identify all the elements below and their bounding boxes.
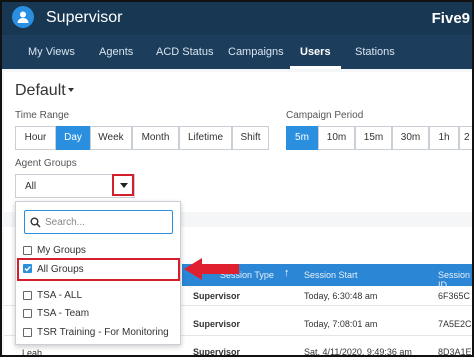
time-range-hour[interactable]: Hour [15,126,56,150]
campaign-period-2h[interactable]: 2 [459,126,472,150]
agent-groups-value: All [25,181,37,192]
option-my-groups[interactable]: My Groups [37,245,86,256]
campaign-period-10m[interactable]: 10m [318,126,355,150]
checkbox[interactable] [23,291,32,300]
option-tsa-team[interactable]: TSA - Team [37,308,89,319]
table-cell-session-id: 7A5E2C [438,319,472,329]
sort-arrow-up-icon[interactable]: ↑ [284,267,290,279]
campaign-period-30m[interactable]: 30m [392,126,429,150]
nav-label: My Views [28,46,75,58]
nav-campaigns[interactable]: Campaigns [228,35,284,69]
column-header-label: Session ID [438,270,471,290]
brand-logo: Five9 [431,10,470,27]
table-cell-session-id: 8D3A1E [438,347,472,357]
nav-label: ACD Status [156,46,214,58]
time-range-day[interactable]: Day [56,126,90,150]
search-icon [30,217,41,228]
option-tsa-all[interactable]: TSA - ALL [37,290,82,301]
checkbox-checked[interactable] [23,264,32,273]
campaign-period-1h[interactable]: 1h [429,126,459,150]
checkbox[interactable] [23,246,32,255]
table-cell-session-type: Supervisor [193,291,241,301]
time-range-week[interactable]: Week [90,126,132,150]
nav-label: Agents [99,46,134,58]
main-nav: My Views 74 Agents 53 ACD Status 21 Camp… [2,35,472,83]
campaign-period-5m[interactable]: 5m [286,126,318,150]
chevron-down-icon [120,183,128,188]
table-cell-session-start: Today, 7:08:01 am [304,319,378,329]
nav-stations[interactable]: Stations [355,35,395,69]
campaign-period-15m[interactable]: 15m [355,126,392,150]
time-range-month[interactable]: Month [132,126,179,150]
nav-my-views[interactable]: My Views [28,35,75,69]
app-title: Supervisor [46,9,123,26]
checkbox[interactable] [23,328,32,337]
app-header: Supervisor Five9 [2,2,472,35]
nav-label: Users [300,46,331,58]
table-cell-session-type: Supervisor [193,319,241,329]
column-header-label: Session Start [304,270,358,280]
nav-label: Stations [355,46,395,58]
agent-groups-toggle[interactable] [112,174,134,196]
table-cell-session-type: Supervisor [193,347,241,357]
nav-agents[interactable]: Agents [99,35,133,69]
nav-users[interactable]: Users [290,35,341,69]
campaign-period-label: Campaign Period [286,110,364,121]
annotation-arrow-icon [184,258,239,280]
table-cell-session-start: Sat, 4/11/2020, 9:49:36 am [304,347,412,357]
preset-selector[interactable]: Default [15,82,66,100]
chevron-down-icon[interactable] [68,88,74,92]
user-avatar-icon[interactable] [12,6,34,28]
agent-groups-label: Agent Groups [15,158,77,169]
search-placeholder: Search... [45,217,86,228]
table-cell-session-id: 6F365C [438,291,471,301]
window-frame: Supervisor Five9 My Views 74 Agents 53 A… [0,0,474,357]
search-input[interactable]: Search... [24,210,173,234]
nav-acd-status[interactable]: ACD Status [156,35,213,69]
table-cell-user: Leah [22,348,43,357]
nav-label: Campaigns [228,46,284,58]
time-range-shift[interactable]: Shift [232,126,269,150]
checkbox[interactable] [23,309,32,318]
check-icon [24,266,31,272]
table-cell-session-start: Today, 6:30:48 am [304,291,378,301]
time-range-lifetime[interactable]: Lifetime [179,126,232,150]
option-tsr-training[interactable]: TSR Training - For Monitoring [37,327,169,338]
option-all-groups[interactable]: All Groups [37,264,84,275]
time-range-label: Time Range [15,110,70,121]
